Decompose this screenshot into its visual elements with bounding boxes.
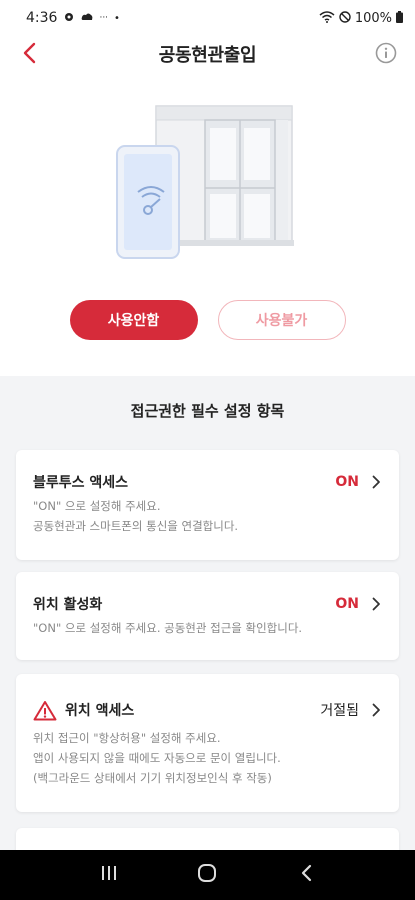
card-header: 위치 활성화 ON [33, 594, 383, 614]
card-title: 블루투스 액세스 [33, 475, 129, 491]
card-desc-line: "ON" 으로 설정해 주세요. 공동현관 접근을 확인합니다. [33, 621, 303, 635]
warning-icon [33, 699, 57, 721]
do-not-disturb-icon [339, 11, 351, 25]
settings-gear-icon [63, 11, 75, 25]
hero-illustration [0, 96, 415, 276]
status-time: 4:36 [26, 10, 58, 26]
card-desc-line: "ON" 으로 설정해 주세요. [33, 499, 161, 513]
card-header: 위치 액세스 거절됨 [33, 700, 383, 720]
status-badge: ON [335, 474, 359, 490]
recent-apps-button[interactable] [89, 855, 129, 895]
status-bar: 4:36 ··· • 100% [0, 0, 415, 36]
location-access-card[interactable]: 위치 액세스 거절됨 위치 접근이 "항상허용" 설정해 주세요. 앱이 사용되… [16, 674, 399, 812]
bluetooth-access-card[interactable]: 블루투스 액세스 ON "ON" 으로 설정해 주세요. 공동현관과 스마트폰의… [16, 450, 399, 560]
not-use-button[interactable]: 사용안함 [69, 300, 198, 340]
home-button[interactable] [187, 855, 227, 895]
card-desc-line: 앱이 사용되지 않을 때에도 자동으로 문이 열립니다. [33, 751, 281, 765]
nav-back-icon [300, 864, 312, 886]
status-bullet: • [114, 12, 120, 24]
recent-apps-icon [100, 865, 118, 885]
card-desc-line: (백그라운드 상태에서 기기 위치정보인식 후 작동) [33, 771, 272, 785]
card-title: 위치 활성화 [33, 597, 103, 613]
card-header: 블루투스 액세스 ON [33, 472, 383, 492]
door-phone-illustration [116, 105, 294, 259]
status-right: 100% [319, 11, 403, 26]
card-title: 위치 액세스 [65, 703, 135, 719]
location-enable-card[interactable]: 위치 활성화 ON "ON" 으로 설정해 주세요. 공동현관 접근을 확인합니… [16, 572, 399, 660]
app-bar: 공동현관출입 [0, 36, 415, 72]
status-badge: ON [335, 596, 359, 612]
chevron-right-icon [369, 475, 383, 489]
status-badge: 거절됨 [320, 703, 359, 719]
battery-icon [396, 11, 403, 25]
info-icon [375, 42, 397, 68]
card-description: "ON" 으로 설정해 주세요. 공동현관 접근을 확인합니다. [33, 618, 383, 638]
system-nav-bar [0, 850, 415, 900]
wifi-icon [319, 11, 335, 25]
settings-section: 접근권한 필수 설정 항목 블루투스 액세스 ON "ON" 으로 설정해 주세… [0, 376, 415, 850]
chevron-right-icon [369, 703, 383, 717]
chevron-right-icon [369, 597, 383, 611]
battery-percent: 100% [354, 10, 392, 26]
nav-back-button[interactable] [286, 855, 326, 895]
chevron-left-icon [22, 42, 36, 68]
page-title: 공동현관출입 [158, 45, 257, 66]
card-description: 위치 접근이 "항상허용" 설정해 주세요. 앱이 사용되지 않을 때에도 자동… [33, 728, 383, 788]
card-desc-line: 위치 접근이 "항상허용" 설정해 주세요. [33, 731, 221, 745]
status-left: 4:36 ··· • [26, 10, 120, 26]
home-icon [197, 863, 217, 887]
back-button[interactable] [14, 40, 44, 70]
card-desc-line: 공동현관과 스마트폰의 통신을 연결합니다. [33, 519, 239, 533]
next-setting-card[interactable] [16, 828, 399, 850]
unavailable-button[interactable]: 사용불가 [217, 300, 346, 340]
action-buttons: 사용안함 사용불가 [0, 300, 415, 340]
section-title: 접근권한 필수 설정 항목 [130, 402, 285, 420]
cloud-icon [81, 12, 93, 24]
info-button[interactable] [371, 40, 401, 70]
status-more: ··· [99, 13, 109, 23]
card-description: "ON" 으로 설정해 주세요. 공동현관과 스마트폰의 통신을 연결합니다. [33, 496, 383, 536]
